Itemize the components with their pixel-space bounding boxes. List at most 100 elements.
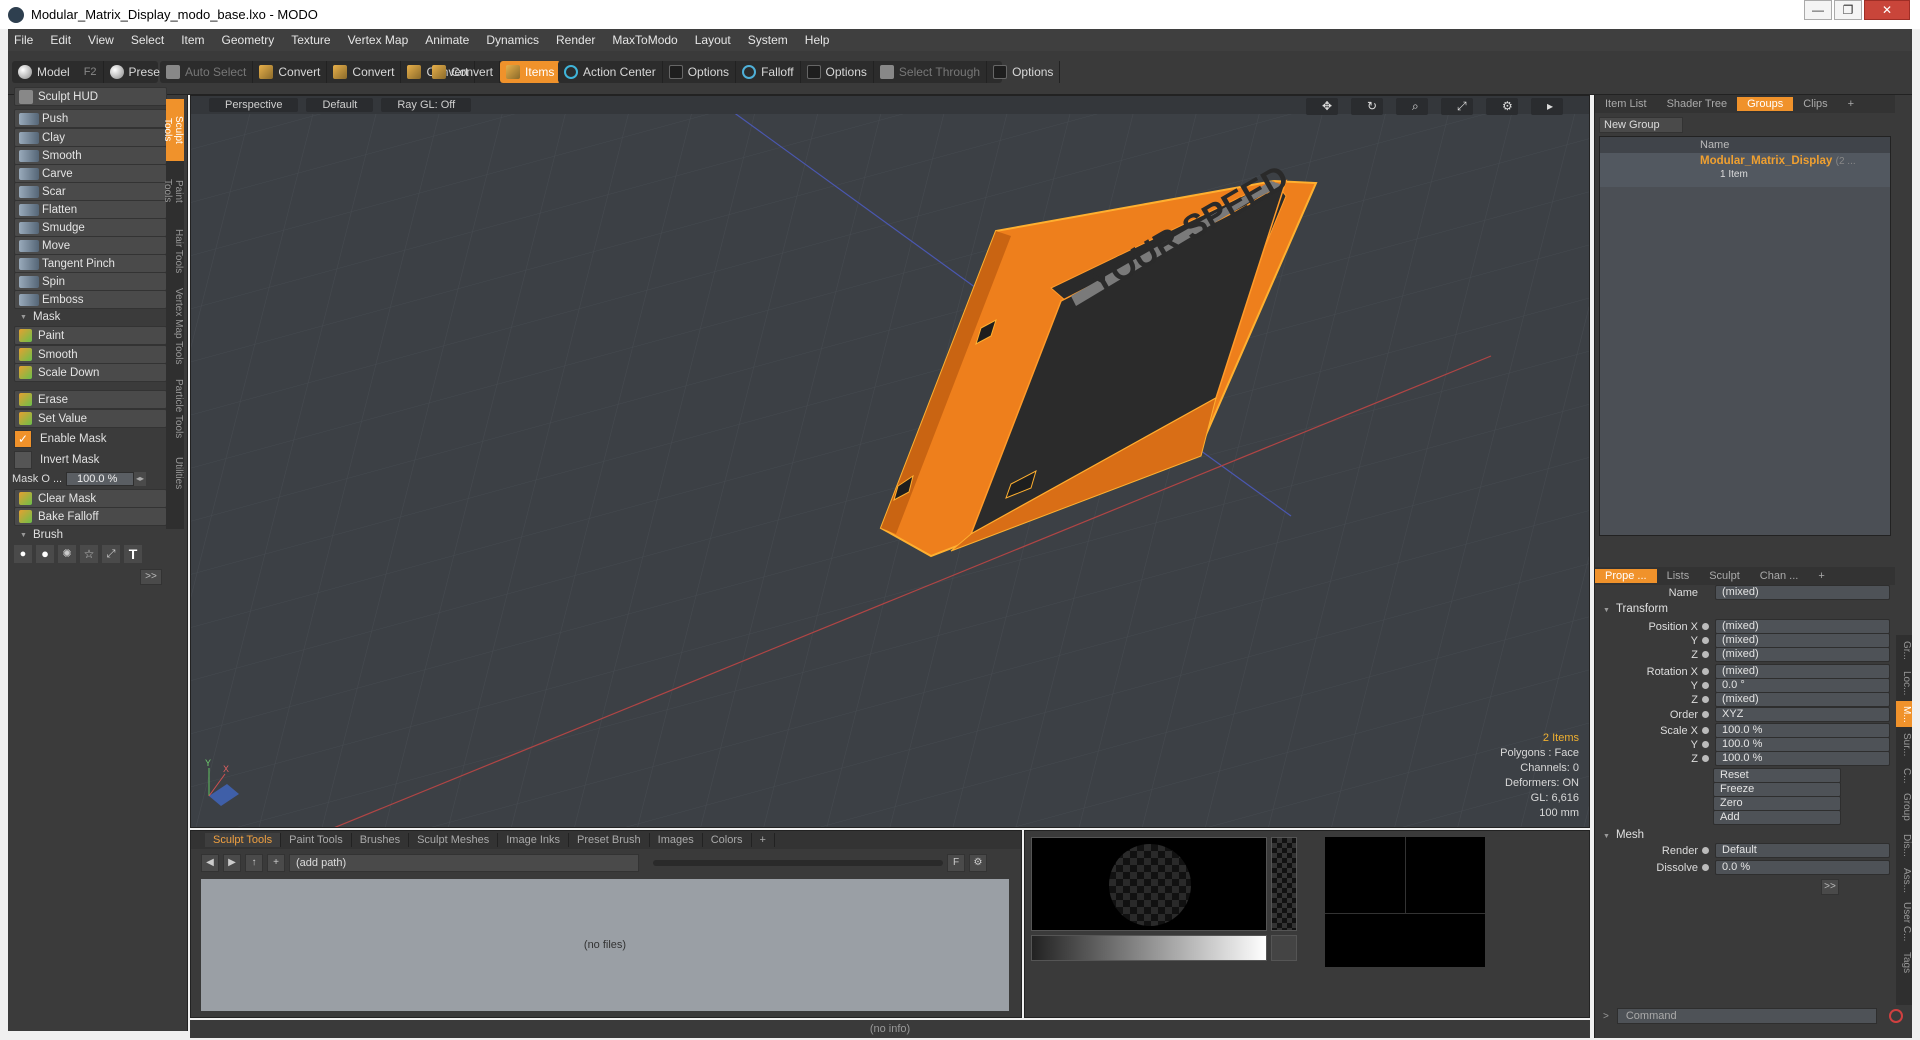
tab-locator[interactable]: Loc...: [1896, 665, 1912, 701]
mask-set-value-button[interactable]: Set Value: [14, 409, 167, 428]
tab-groups[interactable]: Groups: [1737, 97, 1794, 111]
position-y-field[interactable]: (mixed): [1702, 633, 1890, 648]
rotation-y-field[interactable]: 0.0 °: [1702, 678, 1890, 693]
tab-sculpt[interactable]: Sculpt: [1699, 569, 1750, 583]
items-mode-button[interactable]: Items: [500, 61, 562, 83]
scale-x-field[interactable]: 100.0 %: [1702, 723, 1890, 738]
more-button[interactable]: >>: [1821, 879, 1839, 895]
zero-dropdown[interactable]: Zero: [1713, 796, 1841, 811]
maximize-button[interactable]: ❐: [1834, 0, 1862, 20]
add-tab-button[interactable]: +: [1808, 569, 1834, 583]
mask-section-header[interactable]: Mask: [14, 308, 167, 326]
mesh-section[interactable]: Mesh: [1603, 829, 1644, 841]
tab-particle-tools[interactable]: Particle Tools: [166, 371, 184, 447]
menu-view[interactable]: View: [88, 33, 114, 47]
tab-hair-tools[interactable]: Hair Tools: [166, 221, 184, 281]
soft-brush-icon[interactable]: ●: [14, 545, 32, 563]
rotate-icon[interactable]: ↻: [1351, 98, 1383, 115]
tab-surface[interactable]: Sur...: [1896, 727, 1912, 763]
procedural-brush-icon[interactable]: ⤢: [102, 545, 120, 563]
tab-lists[interactable]: Lists: [1657, 569, 1700, 583]
tab-clips[interactable]: Clips: [1793, 97, 1837, 111]
close-button[interactable]: ✕: [1864, 0, 1910, 20]
mask-smooth-button[interactable]: Smooth: [14, 345, 167, 364]
tool-smooth[interactable]: Smooth: [14, 146, 167, 165]
tool-clay[interactable]: Clay: [14, 128, 167, 147]
scale-y-field[interactable]: 100.0 %: [1702, 737, 1890, 752]
mask-paint-button[interactable]: Paint: [14, 326, 167, 345]
select-through-button[interactable]: Select Through: [874, 61, 988, 83]
forward-arrow-icon[interactable]: ▶: [223, 854, 241, 872]
tab-paint-tools[interactable]: Paint Tools: [281, 833, 352, 847]
up-level-icon[interactable]: ↑: [245, 854, 263, 872]
tab-group[interactable]: Gr...: [1896, 635, 1912, 665]
tool-move[interactable]: Move: [14, 236, 167, 255]
tab-tags[interactable]: Tags: [1896, 947, 1912, 977]
raygl-toggle[interactable]: Ray GL: Off: [381, 98, 472, 112]
menu-item[interactable]: Item: [181, 33, 204, 47]
auto-select-button[interactable]: Auto Select: [160, 61, 254, 83]
gear-icon[interactable]: ⚙: [969, 854, 987, 872]
dissolve-field[interactable]: 0.0 %: [1702, 860, 1890, 875]
position-z-field[interactable]: (mixed): [1702, 647, 1890, 662]
select-through-options-button[interactable]: Options: [987, 61, 1061, 83]
play-arrow-icon[interactable]: ▸: [1531, 98, 1563, 115]
shading-dropdown[interactable]: Default: [306, 98, 374, 112]
tab-vertex-map-tools[interactable]: Vertex Map Tools: [166, 281, 184, 371]
zoom-icon[interactable]: ⌕: [1396, 98, 1428, 115]
gradient-ramp[interactable]: [1031, 935, 1267, 961]
enable-mask-checkbox[interactable]: ✓ Enable Mask: [14, 429, 167, 449]
fit-icon[interactable]: ⤢: [1441, 98, 1473, 115]
tool-push[interactable]: Push: [14, 109, 167, 128]
tab-utilities[interactable]: Utilities: [166, 447, 184, 499]
command-input[interactable]: Command: [1616, 1008, 1878, 1024]
tab-display[interactable]: Dis...: [1896, 827, 1912, 863]
path-dropdown[interactable]: (add path): [289, 854, 639, 872]
tab-properties[interactable]: Prope ...: [1595, 569, 1657, 583]
name-field[interactable]: (mixed): [1715, 585, 1890, 600]
add-icon[interactable]: +: [267, 854, 285, 872]
action-center-options-button[interactable]: Options: [663, 61, 737, 83]
splatter-brush-icon[interactable]: ✺: [58, 545, 76, 563]
menu-texture[interactable]: Texture: [291, 33, 330, 47]
view-type-dropdown[interactable]: Perspective: [209, 98, 299, 112]
add-tab-button[interactable]: +: [752, 833, 775, 847]
tool-emboss[interactable]: Emboss: [14, 290, 167, 309]
tab-group-props[interactable]: Group: [1896, 787, 1912, 827]
tab-user-channels[interactable]: User C...: [1896, 897, 1912, 947]
model-mode-button[interactable]: Model F2: [12, 61, 104, 83]
tab-paint-tools[interactable]: Paint Tools: [162, 161, 184, 221]
name-column-header[interactable]: Name: [1700, 139, 1729, 151]
tab-sculpt-tools[interactable]: Sculpt Tools: [162, 99, 184, 161]
menu-system[interactable]: System: [748, 33, 788, 47]
invert-mask-checkbox[interactable]: Invert Mask: [14, 450, 167, 470]
rotation-x-field[interactable]: (mixed): [1702, 664, 1890, 679]
tool-smudge[interactable]: Smudge: [14, 218, 167, 237]
menu-render[interactable]: Render: [556, 33, 595, 47]
tab-mesh[interactable]: M...: [1896, 701, 1912, 727]
record-icon[interactable]: [1889, 1009, 1903, 1023]
tab-image-inks[interactable]: Image Inks: [498, 833, 570, 847]
freeze-dropdown[interactable]: Freeze: [1713, 782, 1841, 797]
back-arrow-icon[interactable]: ◀: [201, 854, 219, 872]
tool-spin[interactable]: Spin: [14, 272, 167, 291]
render-dropdown[interactable]: Default: [1702, 843, 1890, 858]
menu-edit[interactable]: Edit: [50, 33, 71, 47]
tab-colors[interactable]: Colors: [703, 833, 752, 847]
menu-animate[interactable]: Animate: [425, 33, 469, 47]
new-group-button[interactable]: New Group: [1599, 117, 1683, 133]
3d-viewport[interactable]: YOUR SPEED Y X Perspective Default Ray G…: [190, 95, 1590, 828]
menu-help[interactable]: Help: [805, 33, 830, 47]
group-row[interactable]: Modular_Matrix_Display (2 ... 1 Item: [1600, 153, 1890, 187]
reset-dropdown[interactable]: Reset: [1713, 768, 1841, 783]
tab-brushes[interactable]: Brushes: [352, 833, 410, 847]
tab-images[interactable]: Images: [650, 833, 703, 847]
text-brush-icon[interactable]: T: [124, 545, 142, 563]
tab-item-list[interactable]: Item List: [1595, 97, 1657, 111]
menu-layout[interactable]: Layout: [695, 33, 731, 47]
tool-tangent-pinch[interactable]: Tangent Pinch: [14, 254, 167, 273]
color-swatch[interactable]: [1271, 935, 1297, 961]
convert-vertices-button[interactable]: Convert: [253, 61, 328, 83]
tab-assembly[interactable]: Ass...: [1896, 863, 1912, 897]
tab-shader-tree[interactable]: Shader Tree: [1657, 97, 1738, 111]
